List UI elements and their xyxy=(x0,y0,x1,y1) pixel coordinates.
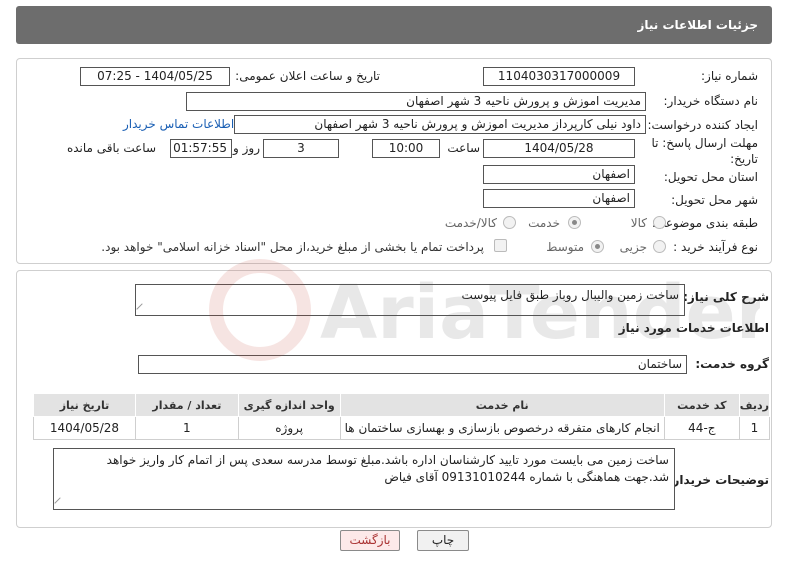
col-header-row-number: ردیف xyxy=(738,393,771,417)
category-option-service: خدمت xyxy=(528,216,560,230)
province-field: اصفهان xyxy=(483,165,635,184)
need-number-field: 1104030317000009 xyxy=(483,67,635,86)
cell-row-number: 1 xyxy=(738,416,771,440)
category-option-both: کالا/خدمت xyxy=(444,216,497,230)
deadline-time-label: ساعت xyxy=(447,141,480,155)
creator-label: ایجاد کننده درخواست: xyxy=(647,118,758,132)
announce-field: 1404/05/25 - 07:25 xyxy=(80,67,230,86)
col-header-quantity: تعداد / مقدار xyxy=(134,393,239,417)
days-label: روز و xyxy=(233,141,260,155)
process-radio-medium[interactable] xyxy=(591,240,604,253)
buyer-notes-label: توضیحات خریدار: xyxy=(667,473,769,487)
buyer-label: نام دستگاه خریدار: xyxy=(663,94,759,108)
cell-unit: پروژه xyxy=(237,416,341,440)
summary-textarea[interactable]: ساخت زمین والیبال روباز طبق فایل پیوست xyxy=(135,284,685,316)
announce-label: تاریخ و ساعت اعلان عمومی: xyxy=(235,69,380,83)
process-radio-minor[interactable] xyxy=(653,240,666,253)
deadline-time-field: 10:00 xyxy=(372,139,440,158)
time-remaining-label: ساعت باقی مانده xyxy=(66,141,156,155)
need-info-panel xyxy=(16,58,772,264)
time-remaining-field: 01:57:55 xyxy=(170,139,232,158)
deadline-label: مهلت ارسال پاسخ: تا xyxy=(651,136,758,150)
cell-service-code: ج-44 xyxy=(663,416,740,440)
print-button[interactable]: چاپ xyxy=(417,530,469,551)
category-label: طبقه بندی موضوعی: xyxy=(651,216,758,230)
buyer-contact-link[interactable]: اطلاعات تماس خریدار xyxy=(123,117,234,131)
process-label: نوع فرآیند خرید : xyxy=(673,240,758,254)
col-header-service-code: کد خدمت xyxy=(663,393,740,417)
back-button[interactable]: بازگشت xyxy=(340,530,400,551)
creator-field: داود نیلی کارپرداز مدیریت اموزش و پرورش … xyxy=(234,115,646,134)
treasury-payment-checkbox[interactable] xyxy=(494,239,507,252)
days-remaining-field: 3 xyxy=(263,139,339,158)
col-header-unit: واحد اندازه گیری xyxy=(237,393,341,417)
category-radio-service[interactable] xyxy=(568,216,581,229)
province-label: استان محل تحویل: xyxy=(663,170,758,184)
category-option-goods: کالا xyxy=(630,216,647,230)
col-header-service-name: نام خدمت xyxy=(339,393,665,417)
col-header-need-date: تاریخ نیاز xyxy=(33,393,136,417)
buyer-notes-textarea[interactable]: ساخت زمین می بایست مورد تایید کارشناسان … xyxy=(53,448,675,510)
resize-grip-icon[interactable] xyxy=(136,303,148,315)
cell-need-date: 1404/05/28 xyxy=(33,416,136,440)
need-number-label: شماره نیاز: xyxy=(701,69,758,83)
service-group-label: گروه خدمت: xyxy=(695,357,769,371)
service-group-field: ساختمان xyxy=(138,355,687,374)
header-bar: جزئیات اطلاعات نیاز xyxy=(16,6,772,44)
resize-grip-icon[interactable] xyxy=(54,497,66,509)
category-radio-both[interactable] xyxy=(503,216,516,229)
page-title: جزئیات اطلاعات نیاز xyxy=(637,18,758,32)
process-option-minor: جزیی xyxy=(619,240,647,254)
services-section-title: اطلاعات خدمات مورد نیاز xyxy=(618,321,769,335)
buyer-field: مدیریت اموزش و پرورش ناحیه 3 شهر اصفهان xyxy=(186,92,646,111)
summary-text: ساخت زمین والیبال روباز طبق فایل پیوست xyxy=(461,288,679,302)
deadline-label-date: تاریخ: xyxy=(730,152,758,166)
city-field: اصفهان xyxy=(483,189,635,208)
cell-quantity: 1 xyxy=(134,416,239,440)
process-option-medium: متوسط xyxy=(546,240,584,254)
summary-label: شرح کلی نیاز: xyxy=(683,290,769,304)
table-header-row: ردیف کد خدمت نام خدمت واحد اندازه گیری ت… xyxy=(33,393,771,417)
category-radio-goods[interactable] xyxy=(653,216,666,229)
city-label: شهر محل تحویل: xyxy=(671,193,758,207)
treasury-payment-text: پرداخت تمام یا بخشی از مبلغ خرید،از محل … xyxy=(101,240,484,254)
buyer-notes-text: ساخت زمین می بایست مورد تایید کارشناسان … xyxy=(106,453,669,484)
services-table: ردیف کد خدمت نام خدمت واحد اندازه گیری ت… xyxy=(33,393,771,440)
deadline-date-field: 1404/05/28 xyxy=(483,139,635,158)
cell-service-name: انجام کارهای متفرقه درخصوص بازسازی و بهس… xyxy=(339,416,665,440)
table-row: 1 ج-44 انجام کارهای متفرقه درخصوص بازساز… xyxy=(33,416,771,440)
